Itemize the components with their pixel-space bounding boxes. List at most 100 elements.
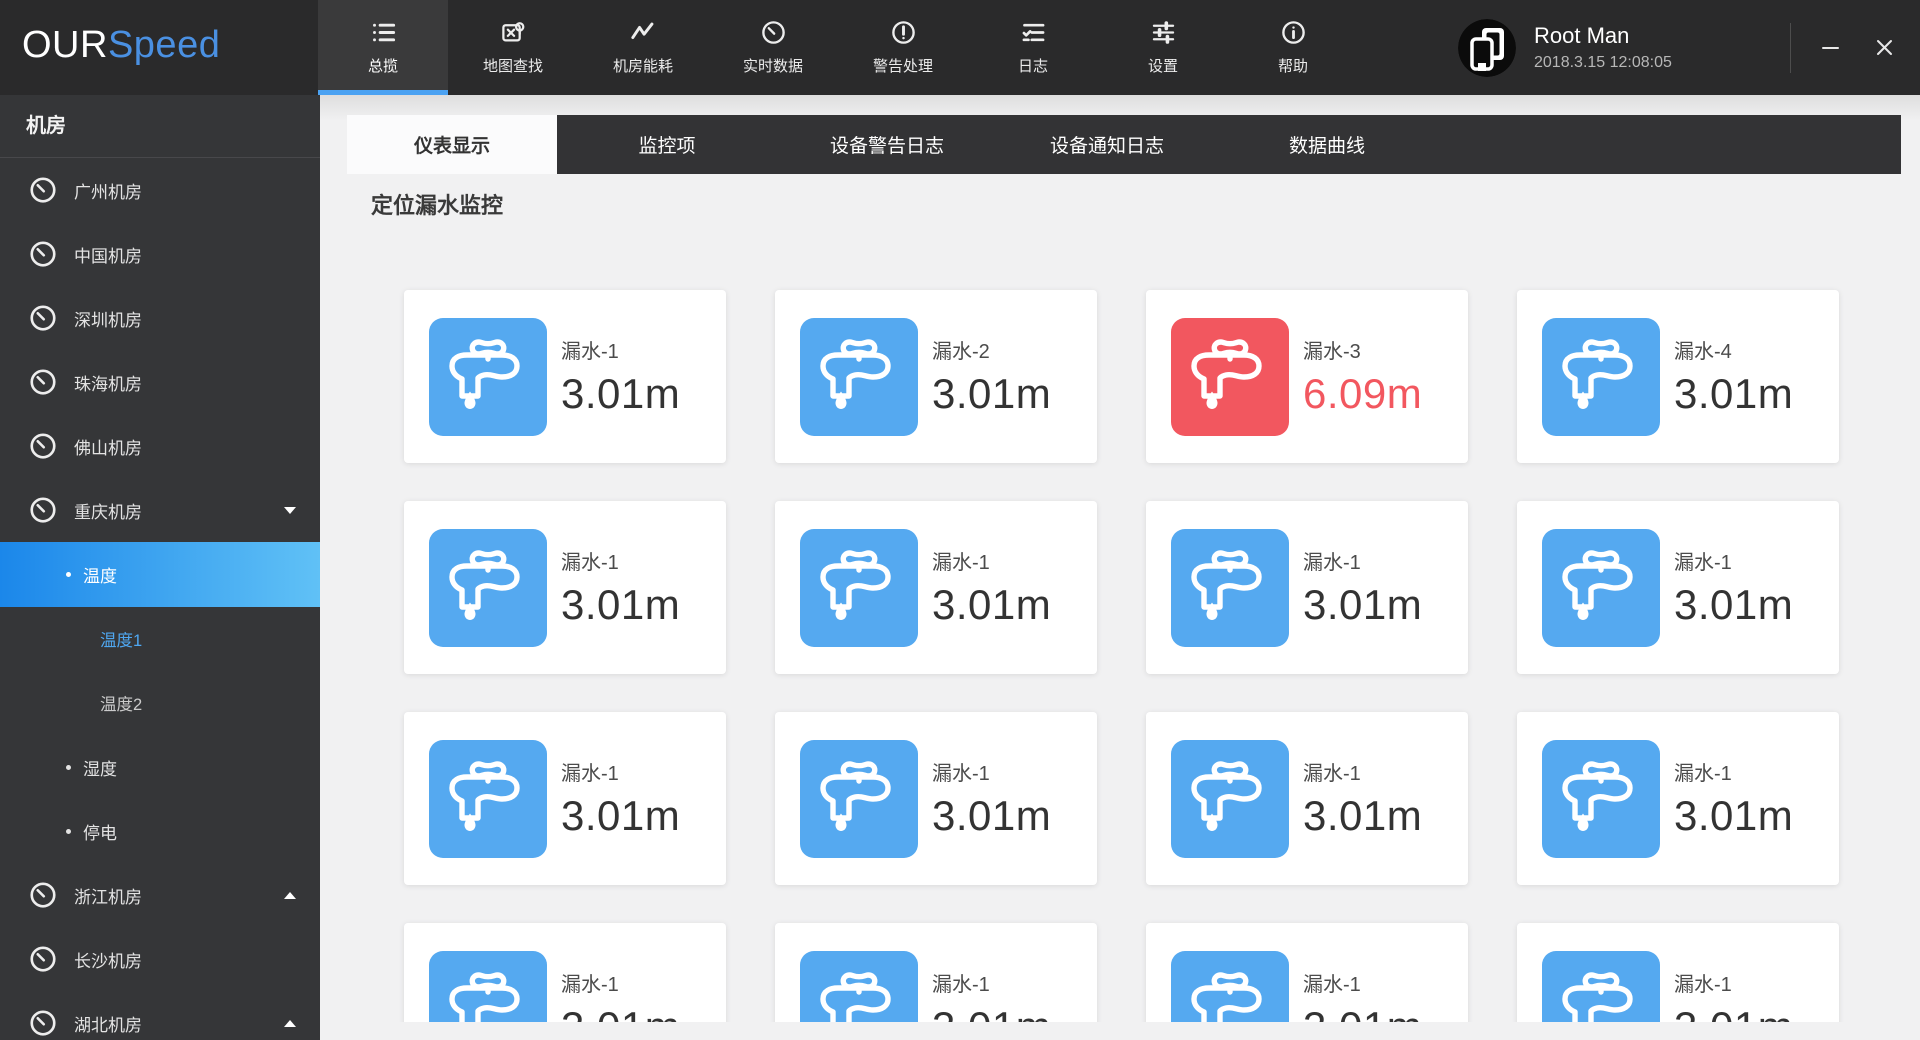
top-nav-item-2[interactable]: 机房能耗 <box>578 0 708 95</box>
sidebar-item-温度1[interactable]: 温度1 <box>0 607 320 671</box>
leak-sensor-card-10[interactable]: 漏水-1 3.01m <box>1146 712 1468 885</box>
settings-sliders-icon <box>1150 19 1177 46</box>
leak-sensor-card-7[interactable]: 漏水-1 3.01m <box>1517 501 1839 674</box>
sensor-label: 漏水-1 <box>932 763 990 785</box>
top-nav-item-7[interactable]: 帮助 <box>1228 0 1358 95</box>
close-button[interactable] <box>1862 0 1906 95</box>
chevron-up-icon <box>284 891 296 899</box>
sensor-label: 漏水-1 <box>1303 552 1361 574</box>
sidebar-item-长沙机房[interactable]: 长沙机房 <box>0 927 320 991</box>
sidebar-item-佛山机房[interactable]: 佛山机房 <box>0 414 320 478</box>
sensor-label: 漏水-1 <box>1674 552 1732 574</box>
sidebar-item-温度2[interactable]: 温度2 <box>0 671 320 735</box>
minimize-icon <box>1821 47 1839 49</box>
tab-item-3[interactable]: 设备通知日志 <box>997 115 1217 174</box>
nav-item-label: 日志 <box>1017 58 1048 75</box>
sidebar-subitem-label: 温度 <box>83 567 117 586</box>
tab-dashboard[interactable]: 仪表显示 <box>347 115 557 174</box>
faucet-icon <box>800 528 918 647</box>
list-icon <box>370 19 397 46</box>
card-grid: 漏水-1 3.01m 漏水-2 3.01m 漏水-3 6.09m 漏水-4 3.… <box>404 290 1839 1040</box>
leak-sensor-card-0[interactable]: 漏水-1 3.01m <box>404 290 726 463</box>
leak-sensor-card-8[interactable]: 漏水-1 3.01m <box>404 712 726 885</box>
sensor-value: 3.01m <box>1674 792 1794 839</box>
card-text: 漏水-1 3.01m <box>1674 546 1793 629</box>
card-text: 漏水-1 3.01m <box>561 546 680 629</box>
gauge-icon <box>28 431 58 461</box>
sensor-label: 漏水-3 <box>1303 341 1361 363</box>
chevron-down-icon <box>284 506 296 514</box>
user-block: Root Man 2018.3.15 12:08:05 <box>1458 0 1672 95</box>
sidebar-item-湖北机房[interactable]: 湖北机房 <box>0 991 320 1040</box>
gauge-icon <box>28 303 58 333</box>
sensor-label: 漏水-1 <box>932 552 990 574</box>
sidebar-header: 机房 <box>0 95 320 158</box>
sidebar-item-广州机房[interactable]: 广州机房 <box>0 158 320 222</box>
sidebar-item-中国机房[interactable]: 中国机房 <box>0 222 320 286</box>
leak-sensor-card-5[interactable]: 漏水-1 3.01m <box>775 501 1097 674</box>
top-nav-item-6[interactable]: 设置 <box>1098 0 1228 95</box>
top-nav-item-3[interactable]: 实时数据 <box>708 0 838 95</box>
sidebar-item-珠海机房[interactable]: 珠海机房 <box>0 350 320 414</box>
sensor-value: 3.01m <box>1674 581 1794 628</box>
top-nav-item-5[interactable]: 日志 <box>968 0 1098 95</box>
faucet-icon <box>429 739 547 858</box>
leak-sensor-card-3[interactable]: 漏水-4 3.01m <box>1517 290 1839 463</box>
top-nav-item-4[interactable]: 警告处理 <box>838 0 968 95</box>
faucet-icon <box>1171 528 1289 647</box>
tab-strip: 监控项 设备警告日志 设备通知日志 数据曲线 <box>557 115 1901 174</box>
top-nav-item-1[interactable]: 地图查找 <box>448 0 578 95</box>
tab-item-1[interactable]: 监控项 <box>557 115 777 174</box>
faucet-icon <box>1171 317 1289 436</box>
faucet-icon <box>800 317 918 436</box>
section-title: 定位漏水监控 <box>371 193 504 218</box>
nav-item-label: 设置 <box>1147 58 1178 75</box>
sensor-label: 漏水-1 <box>932 974 990 996</box>
sensor-value: 3.01m <box>932 581 1052 628</box>
card-text: 漏水-2 3.01m <box>932 335 1051 418</box>
log-list-icon <box>1020 19 1047 46</box>
sidebar-item-浙江机房[interactable]: 浙江机房 <box>0 863 320 927</box>
energy-line-icon <box>630 19 657 46</box>
sensor-label: 漏水-1 <box>561 763 619 785</box>
alert-circle-icon <box>890 19 917 46</box>
faucet-icon <box>800 739 918 858</box>
leak-sensor-card-9[interactable]: 漏水-1 3.01m <box>775 712 1097 885</box>
leak-sensor-card-1[interactable]: 漏水-2 3.01m <box>775 290 1097 463</box>
card-text: 漏水-4 3.01m <box>1674 335 1793 418</box>
user-meta: Root Man 2018.3.15 12:08:05 <box>1534 23 1672 72</box>
sidebar: 机房 广州机房 中国机房 深圳机房 珠海机房 佛山机房 重庆机房 温度 温度1 … <box>0 95 320 1040</box>
sidebar-item-深圳机房[interactable]: 深圳机房 <box>0 286 320 350</box>
card-text: 漏水-1 3.01m <box>561 757 680 840</box>
card-text: 漏水-1 3.01m <box>1674 757 1793 840</box>
sidebar-item-停电[interactable]: 停电 <box>0 799 320 863</box>
gauge-icon <box>28 239 58 269</box>
minimize-button[interactable] <box>1808 0 1852 95</box>
leak-sensor-card-6[interactable]: 漏水-1 3.01m <box>1146 501 1468 674</box>
gauge-icon <box>28 1008 58 1038</box>
sensor-label: 漏水-1 <box>1303 974 1361 996</box>
sidebar-item-湿度[interactable]: 湿度 <box>0 735 320 799</box>
sidebar-item-重庆机房[interactable]: 重庆机房 <box>0 478 320 542</box>
tab-item-4[interactable]: 数据曲线 <box>1217 115 1437 174</box>
sensor-label: 漏水-1 <box>1674 763 1732 785</box>
top-nav-item-0[interactable]: 总揽 <box>318 0 448 95</box>
avatar[interactable] <box>1458 18 1516 77</box>
sidebar-item-温度[interactable]: 温度 <box>0 542 320 607</box>
sidebar-item-label: 湖北机房 <box>74 1015 142 1035</box>
leak-sensor-card-11[interactable]: 漏水-1 3.01m <box>1517 712 1839 885</box>
leak-sensor-card-4[interactable]: 漏水-1 3.01m <box>404 501 726 674</box>
faucet-icon <box>429 528 547 647</box>
top-bar: OURSpeed 总揽 地图查找 机房能耗 实时数据 警告处理 日志 设置 帮助 <box>0 0 1920 95</box>
leak-sensor-card-2[interactable]: 漏水-3 6.09m <box>1146 290 1468 463</box>
sensor-label: 漏水-4 <box>1674 341 1732 363</box>
sensor-value: 3.01m <box>932 370 1052 417</box>
sensor-value: 6.09m <box>1303 370 1423 417</box>
sidebar-subitem-label: 湿度 <box>83 759 117 779</box>
chevron-up-icon <box>284 1019 296 1027</box>
tab-item-2[interactable]: 设备警告日志 <box>777 115 997 174</box>
sidebar-item-label: 佛山机房 <box>74 438 142 458</box>
sidebar-item-label: 中国机房 <box>74 246 142 266</box>
card-text: 漏水-1 3.01m <box>561 335 680 418</box>
bullet-icon <box>66 572 71 577</box>
